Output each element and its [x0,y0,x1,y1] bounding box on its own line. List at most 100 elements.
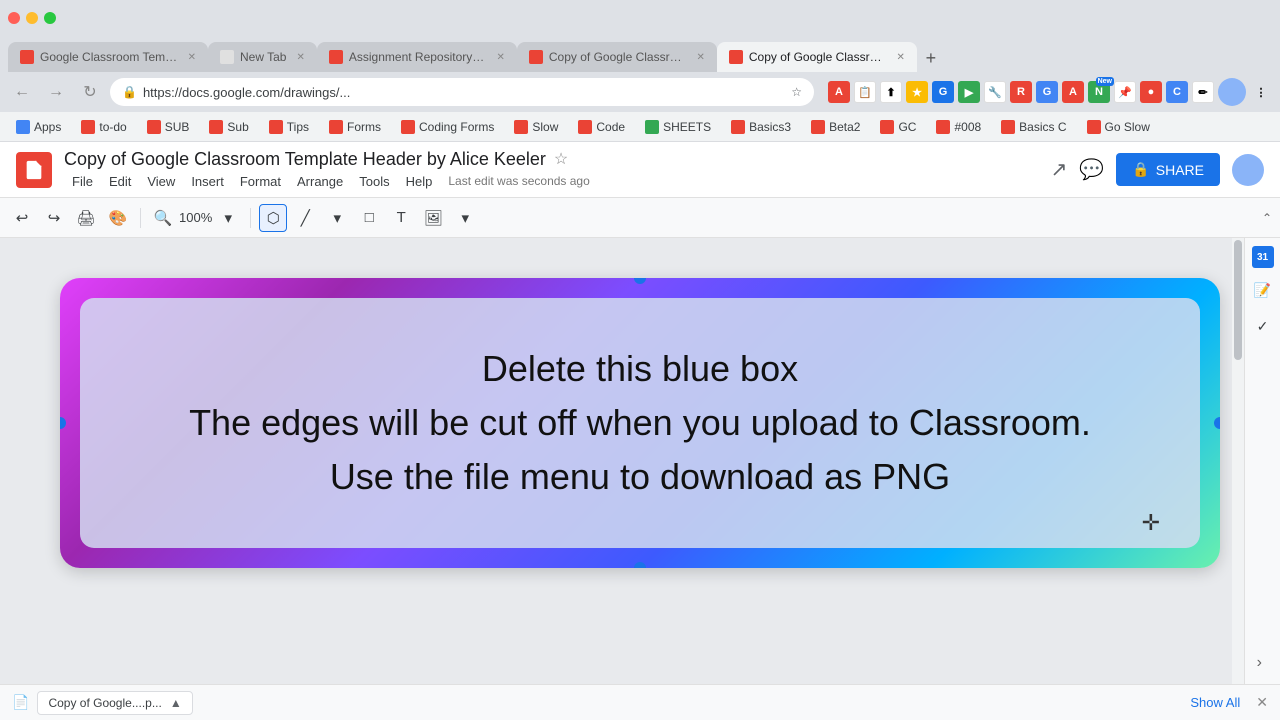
bookmark-sub2[interactable]: Sub [201,118,256,136]
tab-new-tab[interactable]: New Tab ✕ [208,42,317,72]
menu-insert[interactable]: Insert [183,172,232,191]
right-arrow-icon[interactable]: › [1257,654,1262,672]
line-tool[interactable]: ╱ [291,204,319,232]
selection-handle-bc[interactable] [634,562,646,568]
tasks-icon[interactable]: ✓ [1249,312,1277,340]
download-item[interactable]: Copy of Google....p... ▲ [37,691,192,715]
tab-close-icon[interactable]: ✕ [188,52,196,63]
zoom-button[interactable]: 🔍 [149,204,177,232]
menu-format[interactable]: Format [232,172,289,191]
select-tool[interactable]: ⬡ [259,204,287,232]
tab-close-icon[interactable]: ✕ [496,52,504,63]
line-dropdown[interactable]: ▾ [323,204,351,232]
user-avatar-icon[interactable] [1218,78,1246,106]
close-traffic-light[interactable] [8,12,20,24]
selection-handle-br[interactable] [1214,562,1220,568]
ext-icon-3[interactable]: ⬆ [880,81,902,103]
selection-handle-mr[interactable] [1214,417,1220,429]
tab-copy-google-classroom-2[interactable]: Copy of Google Classroom ✕ [717,42,917,72]
menu-file[interactable]: File [64,172,101,191]
bookmark-basics-c[interactable]: Basics C [993,118,1074,136]
move-cursor[interactable]: ✛ [1142,510,1160,536]
bookmark-beta2[interactable]: Beta2 [803,118,868,136]
user-avatar[interactable] [1232,154,1264,186]
selection-handle-tr[interactable] [1214,278,1220,284]
back-button[interactable]: ← [8,78,36,106]
text-tool[interactable]: T [387,204,415,232]
ext-icon-13[interactable]: C [1166,81,1188,103]
ext-icon-2[interactable]: 📋 [854,81,876,103]
menu-view[interactable]: View [139,172,183,191]
ext-icon-1[interactable]: A [828,81,850,103]
ext-icon-new[interactable]: NNew [1088,81,1110,103]
menu-arrange[interactable]: Arrange [289,172,351,191]
image-tool[interactable]: 🖼 [419,204,447,232]
canvas-area[interactable]: Delete this blue box The edges will be c… [0,238,1280,720]
tab-copy-google-classroom-1[interactable]: Copy of Google Classroom ✕ [517,42,717,72]
fullscreen-traffic-light[interactable] [44,12,56,24]
redo-button[interactable]: ↪ [40,204,68,232]
toolbar-collapse-button[interactable]: ⌃ [1262,211,1272,225]
share-button[interactable]: 🔒 SHARE [1116,153,1220,186]
ext-icon-5[interactable]: G [932,81,954,103]
bookmark-code[interactable]: Code [570,118,633,136]
gradient-banner[interactable]: Delete this blue box The edges will be c… [60,278,1220,568]
bookmark-slow[interactable]: Slow [506,118,566,136]
minimize-traffic-light[interactable] [26,12,38,24]
show-all-button[interactable]: Show All [1190,695,1240,710]
ext-icon-11[interactable]: 📌 [1114,81,1136,103]
star-icon[interactable]: ☆ [791,85,802,99]
ext-icon-9[interactable]: G [1036,81,1058,103]
ext-icon-6[interactable]: ▶ [958,81,980,103]
selection-handle-ml[interactable] [60,417,66,429]
ext-icon-8[interactable]: R [1010,81,1032,103]
vertical-scrollbar[interactable] [1232,238,1244,720]
image-dropdown[interactable]: ▾ [451,204,479,232]
bookmark-apps[interactable]: Apps [8,118,69,136]
bookmark-todo[interactable]: to-do [73,118,134,136]
tab-assignment-repository[interactable]: Assignment Repository 2011 ✕ [317,42,517,72]
paint-format-button[interactable]: 🎨 [104,204,132,232]
selection-handle-tc[interactable] [634,278,646,284]
forward-button[interactable]: → [42,78,70,106]
trending-icon[interactable]: ↗ [1051,157,1068,182]
download-chevron-icon[interactable]: ▲ [170,696,182,710]
bookmark-008[interactable]: #008 [928,118,989,136]
tab-close-icon[interactable]: ✕ [296,52,304,63]
selection-handle-tl[interactable] [60,278,66,284]
comment-icon[interactable]: 💬 [1079,157,1104,182]
shape-tool[interactable]: □ [355,204,383,232]
bookmark-basics3[interactable]: Basics3 [723,118,799,136]
close-download-bar-button[interactable]: ✕ [1256,694,1268,711]
bookmark-go-slow[interactable]: Go Slow [1079,118,1158,136]
bookmark-sheets[interactable]: SHEETS [637,118,719,136]
tab-close-icon[interactable]: ✕ [696,52,704,63]
ext-icon-10[interactable]: A [1062,81,1084,103]
calendar-icon[interactable]: 31 [1252,246,1274,268]
selection-handle-bl[interactable] [60,562,66,568]
ext-icon-4[interactable]: ★ [906,81,928,103]
address-bar[interactable]: 🔒 https://docs.google.com/drawings/... ☆ [110,78,814,106]
reload-button[interactable]: ↻ [76,78,104,106]
bookmark-coding-forms[interactable]: Coding Forms [393,118,502,136]
scrollbar-thumb[interactable] [1234,240,1242,360]
tab-google-classroom-template[interactable]: Google Classroom Templa... ✕ [8,42,208,72]
star-icon[interactable]: ☆ [554,149,568,169]
zoom-dropdown[interactable]: ▾ [214,204,242,232]
tab-close-icon[interactable]: ✕ [896,52,904,63]
menu-help[interactable]: Help [398,172,441,191]
bookmark-forms[interactable]: Forms [321,118,389,136]
menu-tools[interactable]: Tools [351,172,397,191]
bookmark-tips[interactable]: Tips [261,118,317,136]
bookmark-gc[interactable]: GC [872,118,924,136]
bookmark-sub1[interactable]: SUB [139,118,198,136]
more-options-icon[interactable]: ⋮ [1250,81,1272,103]
ext-icon-14[interactable]: ✏ [1192,81,1214,103]
print-button[interactable]: 🖨 [72,204,100,232]
blue-box[interactable]: Delete this blue box The edges will be c… [80,298,1200,548]
undo-button[interactable]: ↩ [8,204,36,232]
ext-icon-7[interactable]: 🔧 [984,81,1006,103]
notes-icon[interactable]: 📝 [1249,276,1277,304]
ext-icon-12[interactable]: ● [1140,81,1162,103]
menu-edit[interactable]: Edit [101,172,139,191]
